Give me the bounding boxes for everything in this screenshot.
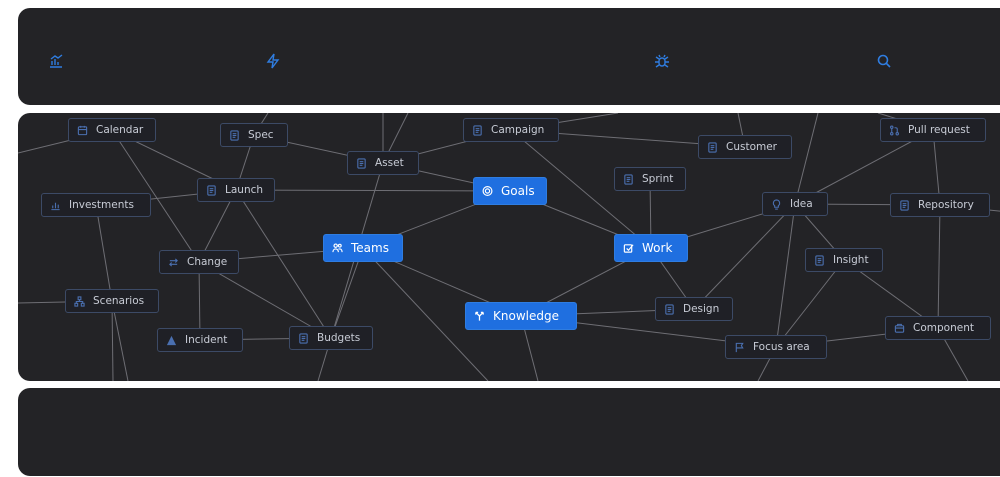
graph-node-scenarios[interactable]: Scenarios bbox=[65, 289, 159, 313]
graph-node-asset[interactable]: Asset bbox=[347, 151, 419, 175]
toolbar-panel bbox=[18, 8, 1000, 105]
graph-node-launch[interactable]: Launch bbox=[197, 178, 275, 202]
graph-node-goals[interactable]: Goals bbox=[473, 177, 547, 205]
document-icon bbox=[356, 157, 367, 169]
graph-node-knowledge[interactable]: Knowledge bbox=[465, 302, 577, 330]
document-icon bbox=[229, 129, 240, 141]
graph-node-label: Work bbox=[642, 241, 673, 255]
graph-node-label: Focus area bbox=[753, 341, 810, 353]
knowledge-graph-panel: Calendar Spec Campaign Customer Pull request… bbox=[18, 113, 1000, 381]
graph-node-label: Pull request bbox=[908, 124, 970, 136]
graph-node-label: Teams bbox=[351, 241, 389, 255]
graph-node-label: Repository bbox=[918, 199, 974, 211]
graph-node-insight[interactable]: Insight bbox=[805, 248, 883, 272]
graph-node-pull-request[interactable]: Pull request bbox=[880, 118, 986, 142]
graph-edge-scenarios-offscreen bbox=[111, 300, 129, 381]
graph-node-label: Customer bbox=[726, 141, 778, 153]
document-icon bbox=[298, 332, 309, 344]
graph-node-investments[interactable]: Investments bbox=[41, 193, 151, 217]
graph-node-label: Budgets bbox=[317, 332, 361, 344]
branch-icon bbox=[474, 311, 485, 322]
graph-node-teams[interactable]: Teams bbox=[323, 234, 403, 262]
warning-icon bbox=[166, 335, 177, 346]
graph-node-sprint[interactable]: Sprint bbox=[614, 167, 686, 191]
document-icon bbox=[472, 124, 483, 136]
graph-node-label: Launch bbox=[225, 184, 264, 196]
lightning-icon[interactable] bbox=[265, 53, 281, 69]
graph-node-label: Knowledge bbox=[493, 309, 559, 323]
graph-node-focus-area[interactable]: Focus area bbox=[725, 335, 827, 359]
graph-node-label: Goals bbox=[501, 184, 535, 198]
bottom-panel bbox=[18, 388, 1000, 476]
document-icon bbox=[814, 254, 825, 266]
document-icon bbox=[899, 199, 910, 211]
graph-node-label: Change bbox=[187, 256, 228, 268]
graph-node-campaign[interactable]: Campaign bbox=[463, 118, 559, 142]
pull-request-icon bbox=[889, 125, 900, 136]
graph-node-label: Sprint bbox=[642, 173, 674, 185]
graph-node-idea[interactable]: Idea bbox=[762, 192, 828, 216]
graph-node-calendar[interactable]: Calendar bbox=[68, 118, 156, 142]
graph-node-label: Incident bbox=[185, 334, 228, 346]
graph-node-change[interactable]: Change bbox=[159, 250, 239, 274]
graph-node-repository[interactable]: Repository bbox=[890, 193, 990, 217]
graph-node-customer[interactable]: Customer bbox=[698, 135, 792, 159]
graph-node-work[interactable]: Work bbox=[614, 234, 688, 262]
document-icon bbox=[664, 303, 675, 315]
graph-node-label: Campaign bbox=[491, 124, 545, 136]
graph-node-design[interactable]: Design bbox=[655, 297, 733, 321]
graph-node-label: Design bbox=[683, 303, 720, 315]
component-icon bbox=[894, 323, 905, 334]
calendar-icon bbox=[77, 125, 88, 136]
graph-node-incident[interactable]: Incident bbox=[157, 328, 243, 352]
document-icon bbox=[707, 141, 718, 153]
graph-edge-idea-offscreen bbox=[794, 113, 819, 205]
chart-icon bbox=[50, 200, 61, 211]
checkbox-icon bbox=[623, 243, 634, 254]
target-icon bbox=[482, 186, 493, 197]
graph-node-label: Idea bbox=[790, 198, 813, 210]
graph-node-label: Calendar bbox=[96, 124, 144, 136]
graph-node-budgets[interactable]: Budgets bbox=[289, 326, 373, 350]
document-icon bbox=[206, 184, 217, 196]
graph-node-label: Insight bbox=[833, 254, 869, 266]
graph-node-label: Scenarios bbox=[93, 295, 145, 307]
graph-node-label: Investments bbox=[69, 199, 134, 211]
graph-edge-launch-budgets bbox=[235, 189, 332, 339]
lightbulb-icon bbox=[771, 198, 782, 210]
arrows-icon bbox=[168, 257, 179, 268]
flag-icon bbox=[734, 342, 745, 353]
graph-edge-repository-component bbox=[937, 204, 941, 329]
team-icon bbox=[332, 243, 343, 254]
graph-node-component[interactable]: Component bbox=[885, 316, 991, 340]
document-icon bbox=[623, 173, 634, 185]
analytics-icon[interactable] bbox=[48, 53, 64, 69]
graph-edge-launch-goals bbox=[235, 189, 511, 192]
graph-edge-scenarios-offscreen bbox=[111, 300, 114, 381]
graph-node-label: Asset bbox=[375, 157, 404, 169]
graph-node-label: Spec bbox=[248, 129, 274, 141]
graph-node-label: Component bbox=[913, 322, 974, 334]
search-icon[interactable] bbox=[876, 53, 892, 69]
bug-icon[interactable] bbox=[654, 53, 670, 69]
graph-edge-investments-scenarios bbox=[95, 204, 113, 302]
graph-node-spec[interactable]: Spec bbox=[220, 123, 288, 147]
hierarchy-icon bbox=[74, 295, 85, 307]
